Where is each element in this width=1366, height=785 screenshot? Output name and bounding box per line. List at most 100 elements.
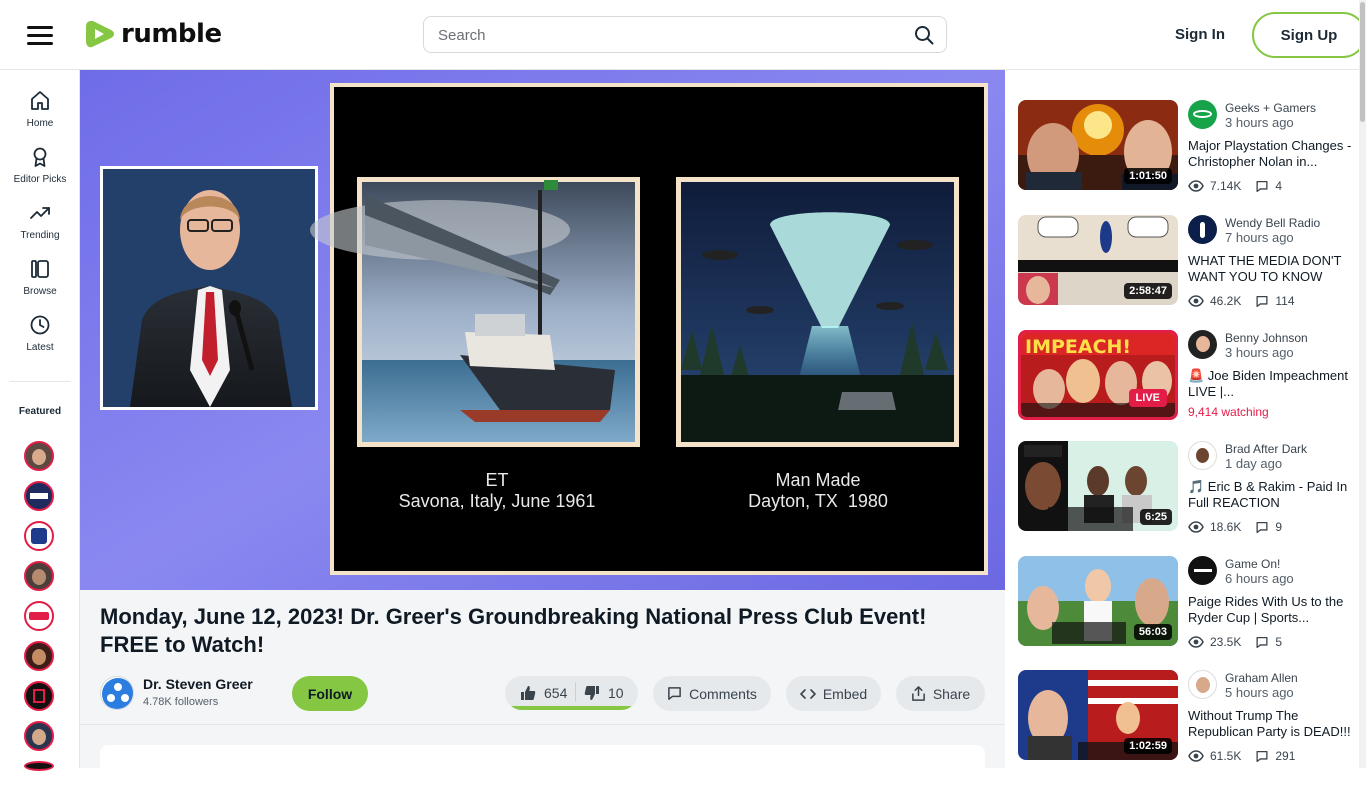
sidebar-item-browse[interactable]: Browse [0, 258, 80, 297]
comment-count: 9 [1275, 520, 1283, 534]
featured-channel-avatar[interactable] [24, 561, 54, 591]
video-stats: 23.5K 5 [1188, 635, 1282, 649]
sidebar-item-label: Browse [23, 286, 57, 297]
menu-icon[interactable] [27, 25, 53, 45]
share-label: Share [932, 685, 971, 702]
recommended-video[interactable]: IMPEACH! LIVE Benny Johnson 3 hours ago … [1018, 330, 1366, 422]
trending-icon [30, 207, 50, 219]
sidebar-item-latest[interactable]: Latest [0, 314, 80, 353]
video-title[interactable]: 🚨 Joe Biden Impeachment LIVE |... [1188, 368, 1358, 400]
upload-time: 5 hours ago [1225, 685, 1294, 700]
featured-channel-avatar[interactable] [24, 641, 54, 671]
sign-in-link[interactable]: Sign In [1175, 26, 1225, 43]
video-title[interactable]: Paige Rides With Us to the Ryder Cup | S… [1188, 594, 1358, 626]
sidebar-item-home[interactable]: Home [0, 90, 80, 129]
sidebar-item-trending[interactable]: Trending [0, 202, 80, 241]
video-details: Monday, June 12, 2023! Dr. Greer's Groun… [80, 590, 1005, 785]
featured-channel-avatar[interactable] [24, 441, 54, 471]
follow-button[interactable]: Follow [292, 676, 368, 711]
sidebar-item-editor-picks[interactable]: Editor Picks [0, 146, 80, 185]
channel-avatar[interactable] [1188, 556, 1217, 585]
video-title[interactable]: 🎵 Eric B & Rakim - Paid In Full REACTION [1188, 479, 1358, 511]
description-panel [100, 745, 985, 785]
video-thumbnail[interactable]: 1:01:50 [1018, 100, 1178, 190]
channel-logo-icon [102, 678, 133, 709]
recommended-video[interactable]: 56:03 Game On! 6 hours ago Paige Rides W… [1018, 556, 1366, 649]
scrollbar-thumb[interactable] [1360, 2, 1365, 122]
search-icon[interactable] [914, 25, 934, 45]
featured-heading: Featured [18, 406, 62, 417]
comment-count: 114 [1275, 294, 1295, 308]
like-count: 654 [544, 685, 568, 701]
recommended-video[interactable]: 1:02:59 Graham Allen 5 hours ago Without… [1018, 670, 1366, 763]
home-icon [31, 91, 49, 110]
dislike-button[interactable]: 10 [584, 685, 624, 701]
live-watching-count: 9,414 watching [1188, 405, 1269, 419]
featured-channel-avatar[interactable] [24, 681, 54, 711]
featured-channel-avatar[interactable] [24, 761, 54, 771]
sidebar-item-label: Latest [26, 342, 54, 353]
page-scrollbar[interactable] [1359, 0, 1366, 768]
channel-name[interactable]: Game On! [1225, 557, 1280, 571]
sidebar-item-label: Home [26, 118, 54, 129]
featured-channel-avatar[interactable] [24, 721, 54, 751]
video-duration: 56:03 [1133, 624, 1172, 640]
channel-avatar[interactable] [100, 676, 134, 710]
rumble-logo[interactable]: rumble [85, 18, 222, 50]
search-box[interactable] [423, 16, 947, 53]
sidebar: Home Editor Picks Trending Browse Latest… [0, 70, 80, 771]
video-duration: 6:25 [1139, 509, 1172, 525]
featured-channel-avatar[interactable] [24, 601, 54, 631]
share-icon [911, 686, 925, 701]
channel-name[interactable]: Geeks + Gamers [1225, 101, 1316, 115]
channel-name[interactable]: Wendy Bell Radio [1225, 216, 1320, 230]
channel-avatar[interactable] [1188, 215, 1217, 244]
video-stats: 46.2K 114 [1188, 294, 1295, 308]
video-title[interactable]: Major Playstation Changes - Christopher … [1188, 138, 1358, 170]
view-count: 61.5K [1210, 749, 1242, 763]
channel-name[interactable]: Benny Johnson [1225, 331, 1308, 345]
embed-button[interactable]: Embed [786, 676, 881, 711]
search-input[interactable] [438, 25, 898, 45]
comment-icon [1256, 521, 1268, 533]
ribbon-icon [33, 147, 47, 167]
like-button[interactable]: 654 [520, 685, 567, 701]
video-title[interactable]: Without Trump The Republican Party is DE… [1188, 708, 1358, 740]
channel-followers: 4.78K followers [143, 696, 219, 708]
slide-left-subcaption: Savona, Italy, June 1961 [399, 491, 596, 511]
comments-label: Comments [689, 685, 757, 702]
video-title: Monday, June 12, 2023! Dr. Greer's Groun… [100, 604, 927, 657]
video-duration: 1:01:50 [1124, 168, 1172, 184]
channel-avatar[interactable] [1188, 330, 1217, 359]
upload-time: 7 hours ago [1225, 230, 1294, 245]
eye-icon [1188, 750, 1204, 762]
recommended-video[interactable]: 2:58:47 Wendy Bell Radio 7 hours ago WHA… [1018, 215, 1366, 308]
video-thumbnail[interactable]: 6:25 [1018, 441, 1178, 531]
video-thumbnail[interactable]: 1:02:59 [1018, 670, 1178, 760]
comments-button[interactable]: Comments [653, 676, 771, 711]
video-thumbnail[interactable]: 2:58:47 [1018, 215, 1178, 305]
channel-name[interactable]: Graham Allen [1225, 671, 1298, 685]
channel-avatar[interactable] [1188, 670, 1217, 699]
logo-text: rumble [121, 19, 222, 49]
comment-icon [668, 687, 682, 700]
sidebar-item-label: Editor Picks [13, 174, 67, 185]
video-player[interactable]: ET Savona, Italy, June 1961 Man Made Day… [80, 70, 1005, 590]
channel-avatar[interactable] [1188, 441, 1217, 470]
video-title[interactable]: WHAT THE MEDIA DON'T WANT YOU TO KNOW [1188, 253, 1358, 285]
channel-name[interactable]: Dr. Steven Greer [143, 676, 253, 692]
featured-channel-avatar[interactable] [24, 521, 54, 551]
video-thumbnail[interactable]: IMPEACH! LIVE [1018, 330, 1178, 420]
recommended-video[interactable]: 6:25 Brad After Dark 1 day ago 🎵 Eric B … [1018, 441, 1366, 534]
share-button[interactable]: Share [896, 676, 985, 711]
channel-avatar[interactable] [1188, 100, 1217, 129]
slide-right-caption: Man Made [775, 470, 860, 490]
channel-name[interactable]: Brad After Dark [1225, 442, 1307, 456]
dislike-count: 10 [608, 685, 624, 701]
sign-up-button[interactable]: Sign Up [1252, 12, 1366, 58]
eye-icon [1188, 180, 1204, 192]
video-thumbnail[interactable]: 56:03 [1018, 556, 1178, 646]
recommended-video[interactable]: 1:01:50 Geeks + Gamers 3 hours ago Major… [1018, 100, 1366, 193]
featured-channel-avatar[interactable] [24, 481, 54, 511]
like-ratio-bar [509, 706, 633, 710]
